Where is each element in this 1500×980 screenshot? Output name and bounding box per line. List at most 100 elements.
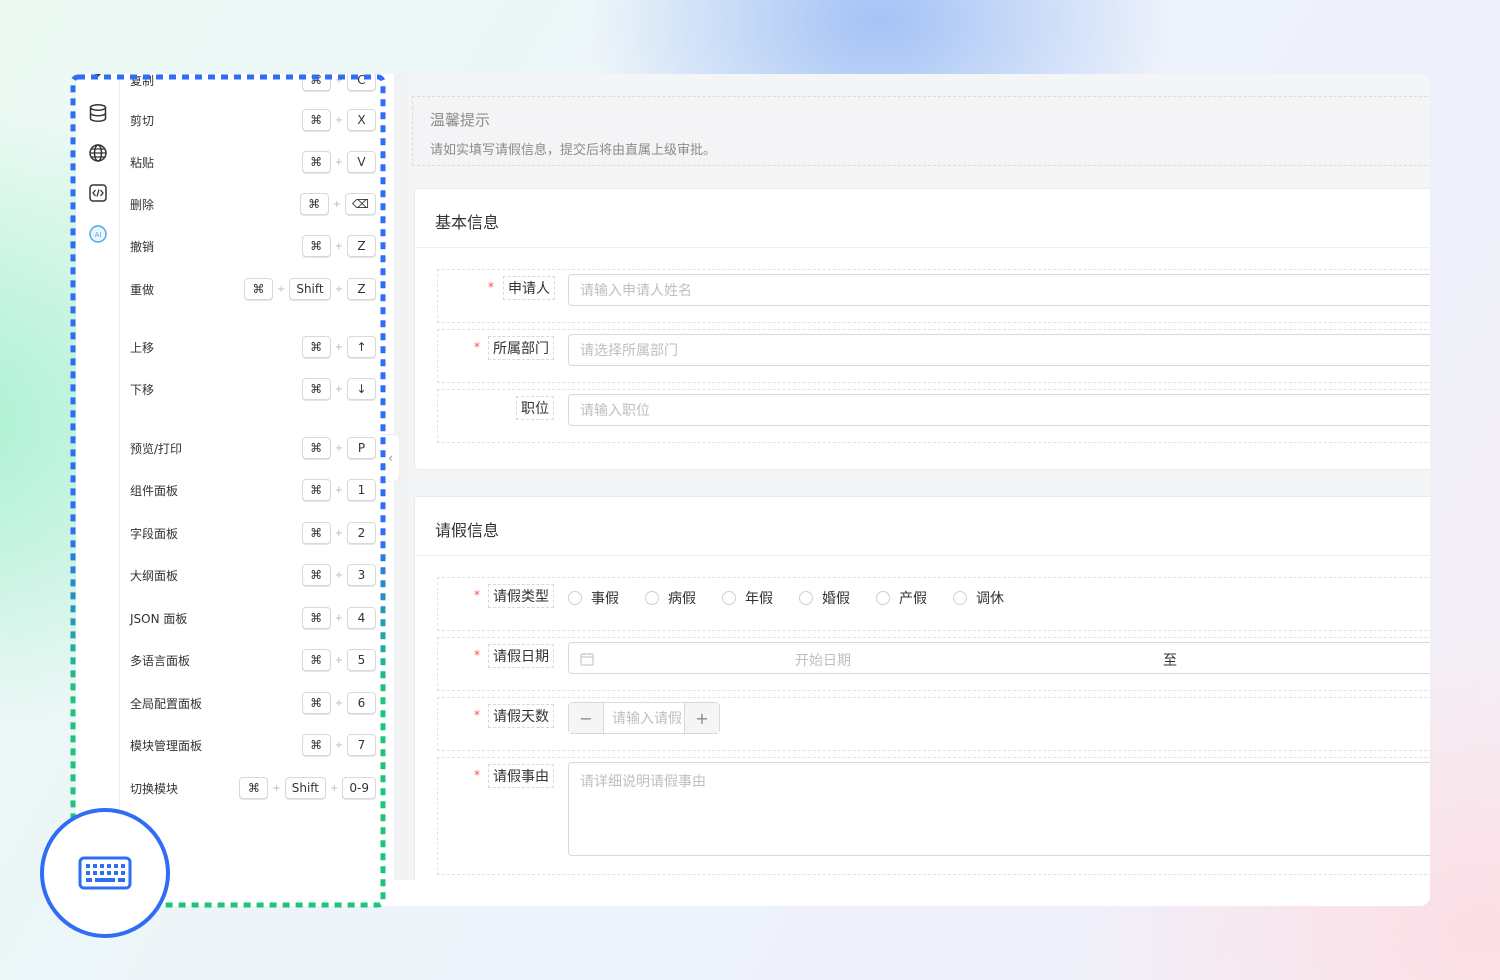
radio-option[interactable]: 调休 [953, 588, 1004, 608]
keycap: ⌘ [301, 151, 331, 173]
ai-icon[interactable]: AI [86, 222, 110, 246]
plus-separator: + [334, 697, 343, 709]
position-input[interactable]: 请输入职位 [568, 394, 1430, 426]
required-mark: * [474, 708, 480, 722]
field-leave-date[interactable]: * 请假日期 开始日期 至 [437, 637, 1430, 691]
shortcut-row: 下移 ⌘ + ↓ [120, 377, 384, 403]
shortcut-row: 切换模块 ⌘ + Shift +0-9 [120, 776, 384, 802]
keycap: ⌘ [301, 564, 331, 586]
notice-desc: 请如实填写请假信息，提交后将由直属上级审批。 [430, 143, 717, 158]
keyboard-shortcut-button[interactable] [40, 808, 170, 938]
shortcut-keys: ⌘ +1 [301, 478, 376, 502]
shortcut-label: JSON 面板 [130, 612, 188, 626]
shortcut-row: 粘贴 ⌘ + V [120, 150, 384, 176]
shortcut-row: 重做 ⌘ + Shift + Z [120, 277, 384, 303]
shortcut-keys: ⌘ + X [301, 108, 376, 132]
shortcut-label: 上移 [130, 341, 155, 355]
keycap: ⌘ [301, 522, 331, 544]
shortcut-panel: 复制 ⌘ + C 剪切 ⌘ + X 粘贴 ⌘ + V 删除 ⌘ + ⌫ 撤销 ⌘ + Z 重做 ⌘ + Shift + Z 上移 ⌘ +… [120, 74, 384, 906]
field-label: 请假天数 [488, 704, 554, 728]
keycap: 1 [347, 479, 376, 501]
keycap: 3 [347, 564, 376, 586]
date-range-picker[interactable]: 开始日期 至 [568, 642, 1430, 674]
decrement-button[interactable]: − [569, 703, 603, 733]
field-department[interactable]: * 所属部门 请选择所属部门 [437, 329, 1430, 383]
notice-block[interactable]: 温馨提示 请如实填写请假信息，提交后将由直属上级审批。 [412, 96, 1430, 166]
radio-option[interactable]: 事假 [568, 588, 619, 608]
shortcut-keys: ⌘ + Shift + Z [243, 277, 376, 301]
radio-option[interactable]: 年假 [722, 588, 773, 608]
keycap: ⌘ [301, 692, 331, 714]
shortcut-row: 撤销 ⌘ + Z [120, 234, 384, 260]
shortcut-label: 删除 [130, 198, 155, 212]
keyboard-icon [78, 856, 132, 890]
svg-text:AI: AI [95, 231, 102, 239]
globe-icon[interactable] [86, 141, 110, 165]
shortcut-label: 撤销 [130, 240, 155, 254]
shortcut-row: 组件面板 ⌘ +1 [120, 478, 384, 504]
required-mark: * [474, 588, 480, 602]
radio-option[interactable]: 婚假 [799, 588, 850, 608]
radio-option[interactable]: 产假 [876, 588, 927, 608]
keycap: 2 [347, 522, 376, 544]
field-label: 职位 [516, 396, 554, 420]
plus-separator: + [276, 283, 286, 295]
database-icon[interactable] [86, 101, 110, 125]
field-leave-days[interactable]: * 请假天数 − 请输入请假 + [437, 697, 1430, 751]
field-label: 请假类型 [488, 584, 554, 608]
divider [415, 555, 1430, 556]
radio-option[interactable]: 病假 [645, 588, 696, 608]
code-icon[interactable] [86, 181, 110, 205]
keycap: ⌘ [301, 437, 331, 459]
shortcut-row: 全局配置面板 ⌘ +6 [120, 691, 384, 717]
leave-info-card[interactable]: 请假信息 * 请假类型 事假 病假 年假 婚假 产假 调休 * 请假日期 开始日… [414, 496, 1430, 880]
date-separator: 至 [1163, 653, 1177, 669]
radio-circle [645, 591, 659, 605]
reason-textarea[interactable]: 请详细说明请假事由 [568, 762, 1430, 856]
field-leave-reason[interactable]: * 请假事由 请详细说明请假事由 [437, 757, 1430, 875]
field-leave-type[interactable]: * 请假类型 事假 病假 年假 婚假 产假 调休 [437, 577, 1430, 631]
department-select[interactable]: 请选择所属部门 [568, 334, 1430, 366]
shortcut-keys: ⌘ + ⌫ [299, 192, 376, 216]
field-applicant[interactable]: * 申请人 请输入申请人姓名 [437, 269, 1430, 323]
plus-separator: + [334, 739, 343, 751]
shortcut-row: 删除 ⌘ + ⌫ [120, 192, 384, 218]
shortcut-keys: ⌘ +3 [301, 563, 376, 587]
shortcut-label: 大纲面板 [130, 569, 179, 583]
required-mark: * [474, 768, 480, 782]
days-stepper[interactable]: − 请输入请假 + [568, 702, 720, 734]
move-down-icon[interactable] [86, 74, 110, 84]
radio-circle [876, 591, 890, 605]
field-position[interactable]: 职位 请输入职位 [437, 389, 1430, 443]
basic-info-card[interactable]: 基本信息 * 申请人 请输入申请人姓名 * 所属部门 请选择所属部门 职位 请输… [414, 188, 1430, 470]
keycap: 6 [347, 692, 376, 714]
plus-separator: + [334, 612, 343, 624]
keycap: 4 [347, 607, 376, 629]
calendar-icon [580, 652, 594, 670]
shortcut-keys: ⌘ + ↓ [301, 377, 376, 401]
plus-separator: + [334, 74, 343, 86]
shortcut-keys: ⌘ +5 [301, 648, 376, 672]
keycap: ⌘ [243, 278, 273, 300]
keycap: ⌘ [301, 378, 331, 400]
plus-separator: + [334, 383, 343, 395]
keycap: ⌘ [301, 479, 331, 501]
shortcut-label: 字段面板 [130, 527, 179, 541]
shortcut-row: 剪切 ⌘ + X [120, 108, 384, 134]
shortcut-keys: ⌘ + Z [301, 234, 376, 258]
icon-rail: AI [76, 74, 120, 906]
keycap: Shift [289, 278, 331, 300]
plus-separator: + [334, 484, 343, 496]
shortcut-keys: ⌘ +6 [301, 691, 376, 715]
increment-button[interactable]: + [685, 703, 719, 733]
field-label: 请假日期 [488, 644, 554, 668]
applicant-input[interactable]: 请输入申请人姓名 [568, 274, 1430, 306]
keycap: ⌘ [301, 607, 331, 629]
shortcut-keys: ⌘ +7 [301, 733, 376, 757]
radio-circle [799, 591, 813, 605]
shortcut-keys: ⌘ + C [301, 74, 376, 92]
shortcut-label: 剪切 [130, 114, 155, 128]
days-input[interactable]: 请输入请假 [603, 703, 685, 733]
shortcut-label: 复制 [130, 74, 155, 88]
collapse-panel-button[interactable]: ‹ [382, 434, 400, 482]
